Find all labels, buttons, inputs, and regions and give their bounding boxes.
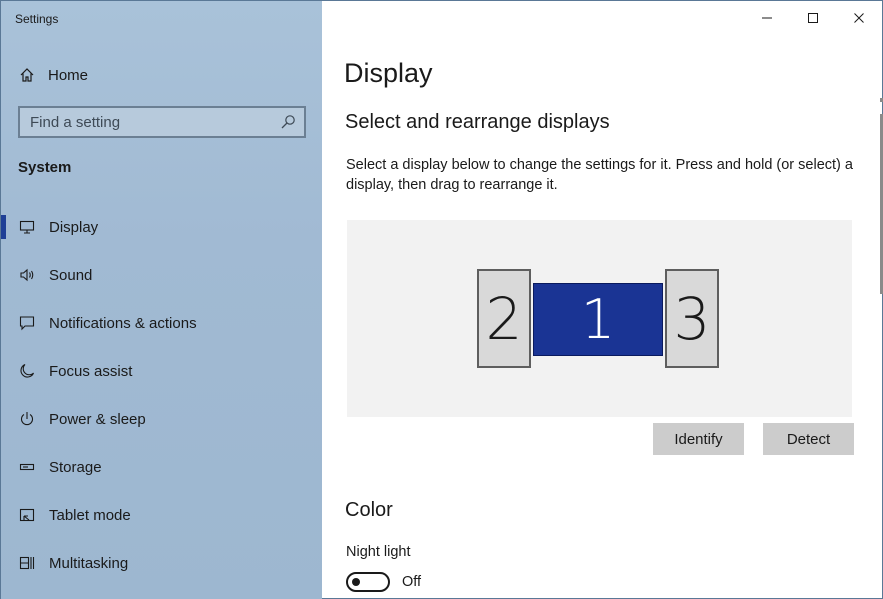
sidebar-item-focus-assist[interactable]: Focus assist <box>1 347 322 395</box>
arrange-description: Select a display below to change the set… <box>346 157 853 193</box>
multitasking-icon <box>18 554 36 572</box>
section-label: System <box>18 159 72 176</box>
sidebar-item-label: Power & sleep <box>49 410 146 428</box>
speaker-icon <box>18 266 36 284</box>
identify-button[interactable]: Identify <box>653 423 744 455</box>
home-label: Home <box>48 66 89 84</box>
sidebar-item-label: Display <box>49 218 99 236</box>
tablet-icon <box>18 506 36 524</box>
color-heading: Color <box>345 499 393 521</box>
home-link[interactable]: Home <box>18 65 88 85</box>
main-content: Display Select and rearrange displays Se… <box>322 1 883 599</box>
sidebar-item-label: Sound <box>49 266 93 284</box>
sidebar-item-storage[interactable]: Storage <box>1 443 322 491</box>
sidebar: Settings Home System Display <box>1 1 322 599</box>
moon-icon <box>18 362 36 380</box>
display-1[interactable]: 1 <box>533 283 663 356</box>
display-3[interactable]: 3 <box>665 269 719 368</box>
display-arrangement[interactable]: 2 1 3 <box>347 220 852 417</box>
toggle-knob <box>352 578 360 586</box>
monitor-icon <box>18 218 36 236</box>
storage-icon <box>18 458 36 476</box>
sidebar-item-label: Notifications & actions <box>49 314 197 332</box>
night-light-state: Off <box>402 574 422 590</box>
night-light-label: Night light <box>346 544 411 560</box>
page-title: Display <box>344 58 433 88</box>
arrange-heading: Select and rearrange displays <box>345 111 610 133</box>
detect-button[interactable]: Detect <box>763 423 854 455</box>
power-icon <box>18 410 36 428</box>
home-icon <box>18 66 36 84</box>
app-title: Settings <box>15 12 59 26</box>
sidebar-item-sound[interactable]: Sound <box>1 251 322 299</box>
sidebar-item-label: Tablet mode <box>49 506 131 524</box>
notification-icon <box>18 314 36 332</box>
search-icon[interactable] <box>280 114 296 130</box>
sidebar-item-notifications[interactable]: Notifications & actions <box>1 299 322 347</box>
night-light-toggle[interactable] <box>346 572 390 592</box>
sidebar-item-tablet-mode[interactable]: Tablet mode <box>1 491 322 539</box>
search-input[interactable] <box>30 113 280 131</box>
sidebar-item-power-sleep[interactable]: Power & sleep <box>1 395 322 443</box>
sidebar-item-multitasking[interactable]: Multitasking <box>1 539 322 587</box>
sidebar-item-label: Multitasking <box>49 554 129 572</box>
display-2[interactable]: 2 <box>477 269 531 368</box>
sidebar-nav: Display Sound Notifications & actions Fo… <box>1 203 322 587</box>
sidebar-item-label: Storage <box>49 458 102 476</box>
search-box[interactable] <box>18 106 306 138</box>
sidebar-item-display[interactable]: Display <box>1 203 322 251</box>
settings-window: Settings Home System Display <box>0 0 883 599</box>
sidebar-item-label: Focus assist <box>49 362 133 380</box>
